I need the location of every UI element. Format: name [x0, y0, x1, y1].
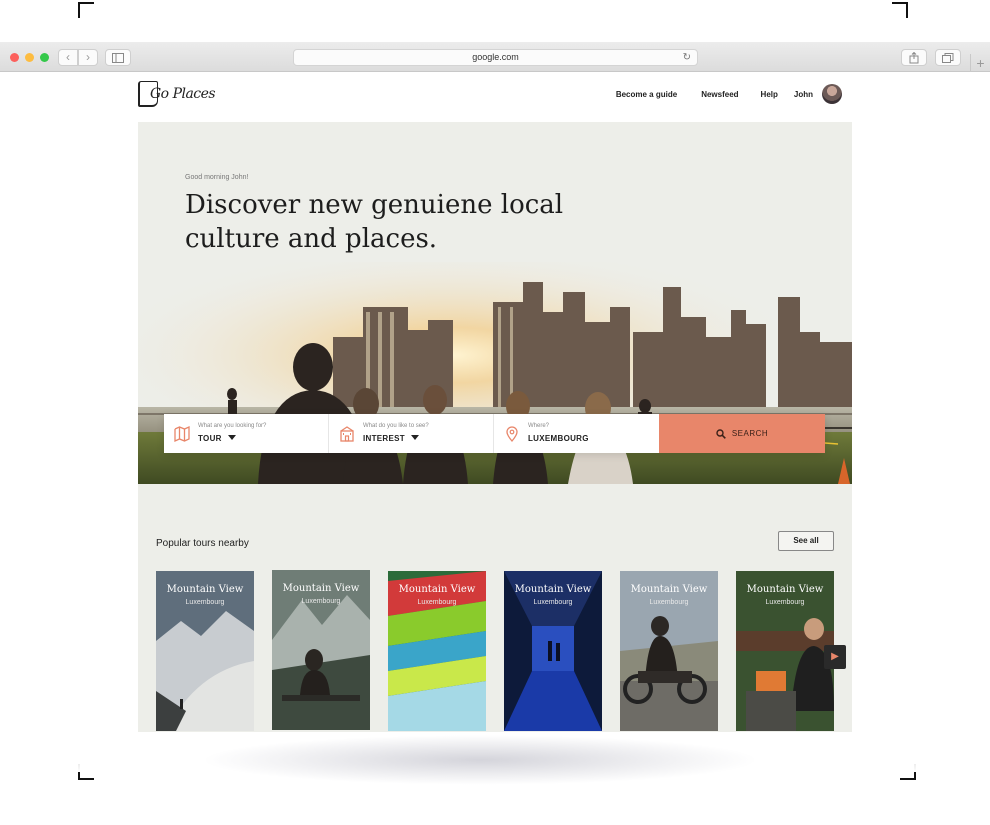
tour-card-image [504, 571, 602, 731]
back-button[interactable]: ‹ [58, 49, 78, 66]
site-logo[interactable]: Go Places [138, 80, 216, 108]
search-field-what[interactable]: What are you looking for? TOUR [164, 414, 329, 453]
greeting-text: Good morning John! [185, 174, 249, 181]
reload-icon[interactable]: ↻ [683, 50, 691, 65]
popular-tours-section: Popular tours nearby See all Mountain Vi… [138, 484, 852, 732]
tour-card[interactable]: Mountain View Luxembourg [388, 571, 486, 731]
browser-window: ‹ › google.com ↻ + Go Places Become a gu… [0, 42, 990, 732]
search-field-interest[interactable]: What do you like to see? INTEREST [329, 414, 494, 453]
tour-card[interactable]: Mountain View Luxembourg [156, 571, 254, 731]
screenshot-stage: ‹ › google.com ↻ + Go Places Become a gu… [0, 0, 990, 825]
tour-card-image [156, 571, 254, 731]
search-field-what-value: TOUR [198, 434, 222, 443]
zoom-window-button[interactable] [40, 53, 49, 62]
see-all-button[interactable]: See all [778, 531, 834, 551]
search-button[interactable]: SEARCH [659, 414, 825, 453]
logo-text: Go Places [150, 86, 216, 102]
tour-card[interactable]: Mountain View Luxembourg [620, 571, 718, 731]
forward-button[interactable]: › [78, 49, 98, 66]
search-field-interest-value-wrap: INTEREST [363, 434, 419, 443]
nav-user-name[interactable]: John [794, 90, 813, 99]
tour-card-subtitle: Luxembourg [765, 599, 805, 606]
corner-bracket-top-right [892, 2, 908, 18]
tour-card-image [388, 571, 486, 731]
tour-card-title: Mountain View [282, 583, 360, 594]
tour-card-title: Mountain View [746, 584, 824, 595]
tour-card-image [272, 570, 370, 730]
tour-card-title: Mountain View [630, 584, 708, 595]
share-icon [909, 51, 919, 64]
tour-cards: Mountain View Luxembourg Mountain View L… [156, 570, 852, 731]
search-icon [716, 428, 726, 439]
corner-bracket-top-left [78, 2, 94, 18]
search-button-label: SEARCH [731, 429, 769, 438]
web-page: Go Places Become a guide Newsfeed Help J… [138, 72, 852, 732]
nav-become-guide[interactable]: Become a guide [616, 90, 677, 99]
tour-card-subtitle: Luxembourg [533, 599, 573, 606]
address-bar[interactable]: google.com ↻ [293, 49, 698, 66]
sidebar-toggle-button[interactable] [105, 49, 131, 66]
window-shadow [200, 735, 760, 785]
minimize-window-button[interactable] [25, 53, 34, 62]
tour-card-title: Mountain View [398, 584, 476, 595]
avatar[interactable] [822, 84, 842, 104]
search-bar: What are you looking for? TOUR What do y… [164, 414, 825, 453]
building-icon [340, 426, 354, 442]
new-tab-button[interactable]: + [970, 54, 990, 72]
tour-card[interactable]: Mountain View Luxembourg [504, 571, 602, 731]
nav-newsfeed[interactable]: Newsfeed [701, 90, 738, 99]
tour-card-subtitle: Luxembourg [185, 599, 225, 606]
search-field-interest-label: What do you like to see? [363, 423, 429, 429]
chevron-down-icon[interactable] [410, 435, 419, 440]
sidebar-icon [112, 53, 124, 63]
tour-card-subtitle: Luxembourg [649, 599, 689, 606]
tour-card-title: Mountain View [166, 584, 244, 595]
address-url: google.com [472, 52, 519, 62]
tour-card-image [736, 571, 834, 731]
browser-toolbar: ‹ › google.com ↻ + [0, 42, 990, 72]
carousel-next-button[interactable]: ▶ [824, 645, 846, 669]
hero-headline: Discover new genuiene local culture and … [185, 190, 564, 254]
section-title: Popular tours nearby [156, 538, 249, 549]
map-icon [174, 426, 190, 442]
close-window-button[interactable] [10, 53, 19, 62]
tour-card-subtitle: Luxembourg [417, 599, 457, 606]
search-field-where[interactable]: Where? LUXEMBOURG [494, 414, 659, 453]
tour-card[interactable]: Mountain View Luxembourg [272, 570, 370, 730]
chevron-down-icon[interactable] [227, 435, 236, 440]
share-button[interactable] [901, 49, 927, 66]
search-field-what-label: What are you looking for? [198, 423, 267, 429]
search-field-where-label: Where? [528, 423, 550, 429]
tabs-icon [942, 53, 954, 63]
tour-card-subtitle: Luxembourg [301, 598, 341, 605]
tour-card-title: Mountain View [514, 584, 592, 595]
search-field-where-value: LUXEMBOURG [528, 434, 589, 443]
nav-help[interactable]: Help [761, 90, 778, 99]
tour-card[interactable]: Mountain View Luxembourg [736, 571, 834, 731]
play-arrow-icon: ▶ [831, 651, 839, 662]
search-field-what-value-wrap: TOUR [198, 434, 236, 443]
tour-card-image [620, 571, 718, 731]
location-pin-icon [506, 426, 518, 442]
top-navigation: Become a guide Newsfeed Help John [616, 84, 842, 104]
search-field-interest-value: INTEREST [363, 434, 405, 443]
show-tabs-button[interactable] [935, 49, 961, 66]
